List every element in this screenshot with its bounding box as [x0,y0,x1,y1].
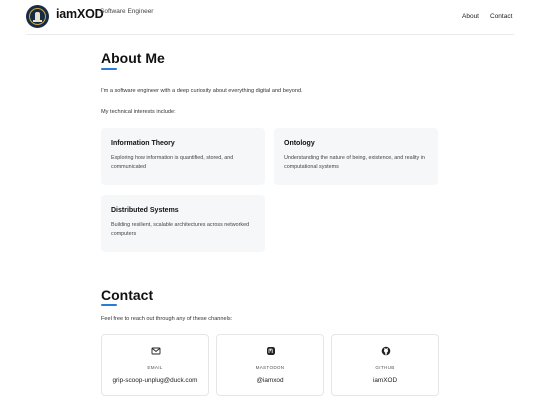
nav-link-contact[interactable]: Contact [490,13,512,20]
header-divider [26,34,514,35]
site-header: iamXOD Software Engineer About Contact [0,0,540,36]
contact-value-link[interactable]: grip-scoop-unplug@duck.com [102,377,208,384]
interest-card-ontology: Ontology Understanding the nature of bei… [274,128,438,185]
about-heading: About Me [101,50,165,66]
interest-description: Exploring how information is quantified,… [111,155,234,171]
mastodon-icon [267,347,275,355]
contact-lead: Feel free to reach out through any of th… [101,316,233,322]
contact-heading: Contact [101,287,154,303]
contact-label: MASTODON [255,365,285,370]
contact-value-link[interactable]: iamXOD [332,377,438,384]
contact-card-email[interactable]: EMAIL grip-scoop-unplug@duck.com [101,334,209,396]
about-intro: I'm a software engineer with a deep curi… [101,88,303,94]
contact-card-github[interactable]: GITHUB iamXOD [331,334,439,396]
interest-card-distributed-systems: Distributed Systems Building resilient, … [101,195,265,252]
lighthouse-seal-icon [29,8,46,25]
contact-label: EMAIL [147,365,163,370]
envelope-icon [151,347,161,355]
interests-lead: My technical interests include: [101,109,176,115]
contact-value-link[interactable]: @iamxod [217,377,323,384]
interest-card-information-theory: Information Theory Exploring how informa… [101,128,265,185]
interest-description: Understanding the nature of being, exist… [284,155,425,171]
brand-name[interactable]: iamXOD [56,7,104,21]
about-heading-accent [101,68,117,70]
interest-title: Information Theory [111,140,175,147]
brand-subtitle: Software Engineer [100,8,154,15]
interest-description: Building resilient, scalable architectur… [111,222,250,238]
contact-card-mastodon[interactable]: MASTODON @iamxod [216,334,324,396]
contact-label: GITHUB [375,365,395,370]
logo-icon[interactable] [26,5,49,28]
contact-heading-accent [101,304,117,306]
interest-title: Ontology [284,140,315,147]
github-icon [381,346,391,356]
interest-title: Distributed Systems [111,207,179,214]
nav-link-about[interactable]: About [462,13,479,20]
